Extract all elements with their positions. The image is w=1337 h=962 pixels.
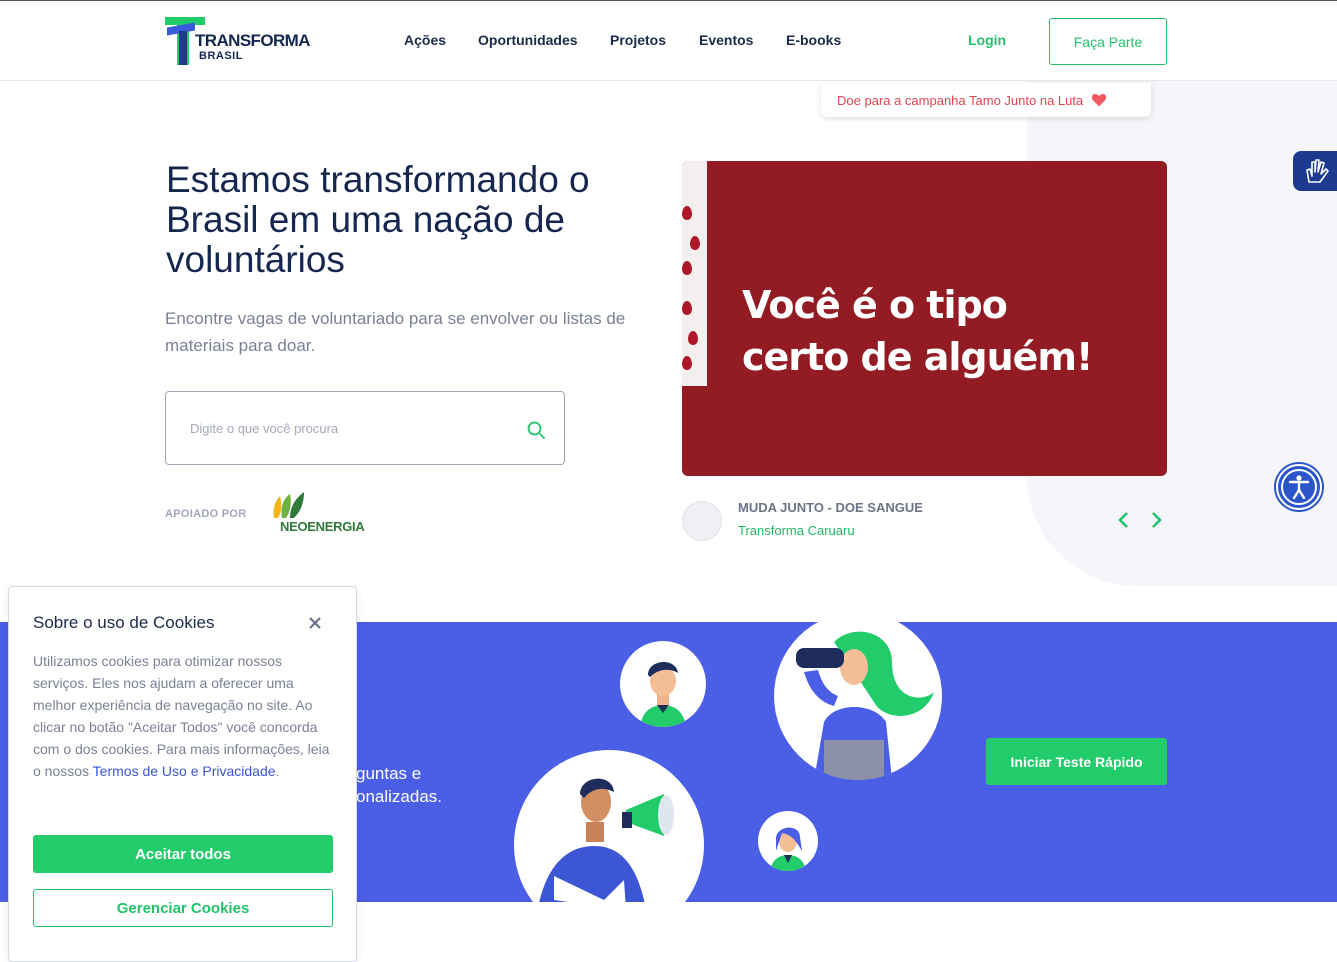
accessibility-icon [1281, 469, 1317, 505]
neoenergia-text: NEOENERGIA [280, 519, 365, 534]
donate-label: Doe para a campanha Tamo Junto na Luta [837, 92, 1084, 108]
neoenergia-logo[interactable]: NEOENERGIA [270, 490, 380, 535]
hero-subtitle: Encontre vagas de voluntariado para se e… [165, 309, 626, 355]
volunteer-avatar-woman [758, 811, 818, 871]
carousel-banner[interactable]: Você é o tipo certo de alguém! [682, 161, 1167, 476]
nav-oportunidades[interactable]: Oportunidades [478, 32, 578, 48]
manage-cookies-button[interactable]: Gerenciar Cookies [33, 889, 333, 927]
nav-ebooks[interactable]: E-books [786, 32, 841, 48]
hand-icon [1306, 159, 1329, 183]
start-quick-test-button[interactable]: Iniciar Teste Rápido [986, 738, 1167, 785]
donate-campaign-link[interactable]: Doe para a campanha Tamo Junto na Luta [821, 83, 1151, 117]
close-icon[interactable] [307, 615, 323, 631]
hero-title: Estamos transformando o Brasil em uma na… [166, 159, 590, 280]
logo-subtext: BRASIL [199, 50, 243, 62]
chevron-right-icon[interactable] [1147, 510, 1165, 530]
heart-icon [1092, 94, 1107, 107]
terms-privacy-link[interactable]: Termos de Uso e Privacidade [93, 763, 276, 779]
search-icon[interactable] [526, 420, 546, 440]
accessibility-button[interactable] [1276, 464, 1322, 510]
login-link[interactable]: Login [968, 32, 1006, 48]
cookie-description: Utilizamos cookies para otimizar nossos … [33, 653, 330, 779]
project-title[interactable]: MUDA JUNTO - DOE SANGUE [738, 500, 923, 515]
volunteer-avatar-man [620, 641, 706, 727]
transforma-logo[interactable]: TRANSFORMA BRASIL [165, 17, 315, 67]
search-box [165, 391, 565, 465]
volunteer-binoculars-illustration [774, 622, 942, 780]
nav-eventos[interactable]: Eventos [699, 32, 753, 48]
supported-by-label: APOIADO POR [165, 508, 247, 520]
neoenergia-leaf-icon [273, 492, 304, 518]
project-avatar [682, 501, 722, 541]
nav-projetos[interactable]: Projetos [610, 32, 666, 48]
sign-language-button[interactable] [1293, 151, 1337, 191]
search-input[interactable] [190, 418, 510, 438]
nav-acoes[interactable]: Ações [404, 32, 446, 48]
volunteer-megaphone-illustration [514, 750, 704, 902]
logo-text: TRANSFORMA [195, 31, 310, 50]
quiz-description: guntas e onalizadas. [356, 764, 443, 806]
faca-parte-button[interactable]: Faça Parte [1049, 18, 1167, 65]
banner-headline: Você é o tipo certo de alguém! [742, 283, 1093, 379]
cookie-consent-panel: Sobre o uso de Cookies Utilizamos cookie… [8, 586, 357, 962]
project-organization[interactable]: Transforma Caruaru [738, 523, 855, 538]
chevron-left-icon[interactable] [1115, 510, 1133, 530]
site-header: TRANSFORMA BRASIL Ações Oportunidades Pr… [0, 0, 1337, 81]
cookie-title: Sobre o uso de Cookies [33, 613, 215, 632]
accept-all-cookies-button[interactable]: Aceitar todos [33, 835, 333, 873]
